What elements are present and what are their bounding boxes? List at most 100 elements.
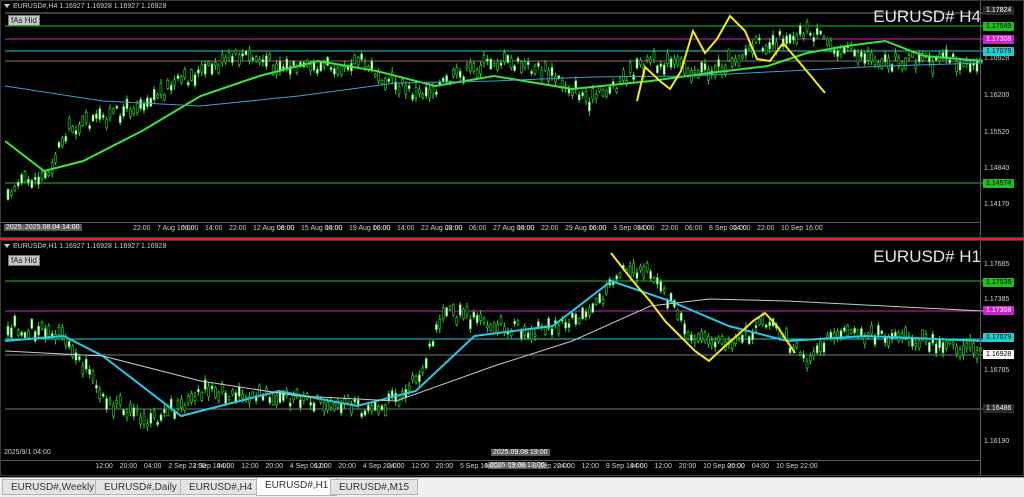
candle-body <box>105 119 108 129</box>
candle-body <box>639 266 642 271</box>
candle-body <box>601 298 605 304</box>
candle-body <box>237 54 241 66</box>
candle-body <box>717 336 720 342</box>
price-plot-h4[interactable] <box>5 1 983 223</box>
price-plot-h1[interactable] <box>5 241 983 461</box>
candle-body <box>659 63 663 67</box>
candle-body <box>64 135 68 142</box>
candle-body <box>543 61 547 71</box>
candle-body <box>618 272 622 278</box>
candle-body <box>132 108 136 114</box>
candle-body <box>210 63 214 75</box>
candle-body <box>730 58 734 67</box>
symbol-label: EURUSD# H1 <box>873 247 981 266</box>
candle-body <box>435 324 438 330</box>
time-label: 12:00 <box>654 463 672 470</box>
candle-body <box>496 60 499 70</box>
candle-body <box>142 103 146 111</box>
candle-body <box>251 57 255 61</box>
candle-body <box>265 55 268 67</box>
tab-eurusd-h4[interactable]: EURUSD#,H4 <box>180 479 262 495</box>
candle-body <box>248 49 251 61</box>
candle-body <box>27 330 30 338</box>
candle-body <box>914 343 918 347</box>
price-label: 1.17685 <box>984 261 1010 268</box>
time-label: 04:00 <box>484 463 502 470</box>
candle-body <box>588 307 591 316</box>
candle-body <box>907 55 911 59</box>
time-label: 20:00 <box>727 463 745 470</box>
candle-body <box>533 333 537 338</box>
tab-eurusd-h1[interactable]: EURUSD#,H1 <box>256 478 338 496</box>
time-label: 06:00 <box>373 225 391 232</box>
candle-body <box>751 332 754 340</box>
candle-body <box>523 61 527 68</box>
candle-body <box>584 311 588 318</box>
candle-body <box>57 327 61 335</box>
candle-body <box>210 385 214 390</box>
candle-body <box>516 57 520 62</box>
candle-body <box>550 328 554 336</box>
candle-body <box>764 324 768 328</box>
candle-body <box>853 49 856 57</box>
candle-body <box>118 115 122 124</box>
candle-body <box>16 329 20 336</box>
candle-body <box>261 59 265 63</box>
candle-body <box>224 57 227 63</box>
candle-body <box>904 327 907 339</box>
candle-body <box>455 317 459 325</box>
candle-body <box>180 76 183 84</box>
price-label: 1.14170 <box>984 201 1010 208</box>
candle-body <box>795 34 799 44</box>
candle-body <box>676 56 680 66</box>
candle-body <box>333 403 336 411</box>
candle-body <box>217 64 221 74</box>
candle-body <box>968 62 972 73</box>
candle-body <box>373 73 377 77</box>
candle-body <box>135 408 139 412</box>
candle-body <box>197 388 200 393</box>
candle-body <box>458 304 462 316</box>
candle-body <box>656 65 659 74</box>
tab-eurusd-weekly[interactable]: EURUSD#,Weekly <box>2 479 104 495</box>
candle-body <box>941 342 945 354</box>
time-label: 22:00 <box>133 225 151 232</box>
tab-eurusd-m15[interactable]: EURUSD#,M15 <box>330 479 419 495</box>
symbol-label: EURUSD# H4 <box>873 7 981 26</box>
candle-body <box>44 172 47 179</box>
candle-body <box>203 63 207 75</box>
candle-body <box>414 376 418 384</box>
candle-body <box>424 358 428 369</box>
candle-body <box>101 114 105 118</box>
candle-body <box>873 59 877 65</box>
chart-window-h1[interactable]: EURUSD#,H1 1.16927 1.16928 1.16927 1.169… <box>0 240 1024 476</box>
price-scale-h1[interactable]: 1.17685 1.17385 1.16785 1.16190 1.17536 … <box>980 241 1023 475</box>
candle-body <box>581 307 584 320</box>
time-label: 04:00 <box>557 463 575 470</box>
time-label: 20:00 <box>678 463 697 470</box>
price-tag: 1.14574 <box>983 179 1015 188</box>
candle-body <box>316 68 319 74</box>
candle-body <box>122 409 125 416</box>
chart-window-h4[interactable]: EURUSD#,H4 1.16927 1.16928 1.16927 1.169… <box>0 0 1024 238</box>
candle-body <box>30 179 34 188</box>
time-axis-h4[interactable]: 2025.08.04 08:00 2025.08.04 14:00 22:007… <box>1 222 981 237</box>
candle-body <box>897 57 901 67</box>
candle-body <box>649 270 652 280</box>
time-axis-h1[interactable]: 2025.09.08 13:00 12:00 20:00 04:00 2 Sep 22… <box>1 460 981 475</box>
price-label: 1.16928 <box>984 55 1010 62</box>
price-scale-h4[interactable]: 1.16928 1.16200 1.15520 1.14840 1.14170 … <box>980 1 1023 237</box>
candle-body <box>309 64 312 72</box>
time-label: 12:00 <box>314 463 332 470</box>
tab-eurusd-daily[interactable]: EURUSD#,Daily <box>95 479 186 495</box>
candle-body <box>166 79 170 89</box>
candle-body <box>20 332 23 336</box>
moving-average-line <box>5 279 983 418</box>
candle-body <box>98 108 102 120</box>
candle-body <box>598 86 601 92</box>
candle-body <box>431 340 435 347</box>
candle-body <box>707 336 710 345</box>
time-label: 14:00 <box>205 225 223 232</box>
candle-body <box>734 58 737 63</box>
candle-body <box>537 62 540 67</box>
